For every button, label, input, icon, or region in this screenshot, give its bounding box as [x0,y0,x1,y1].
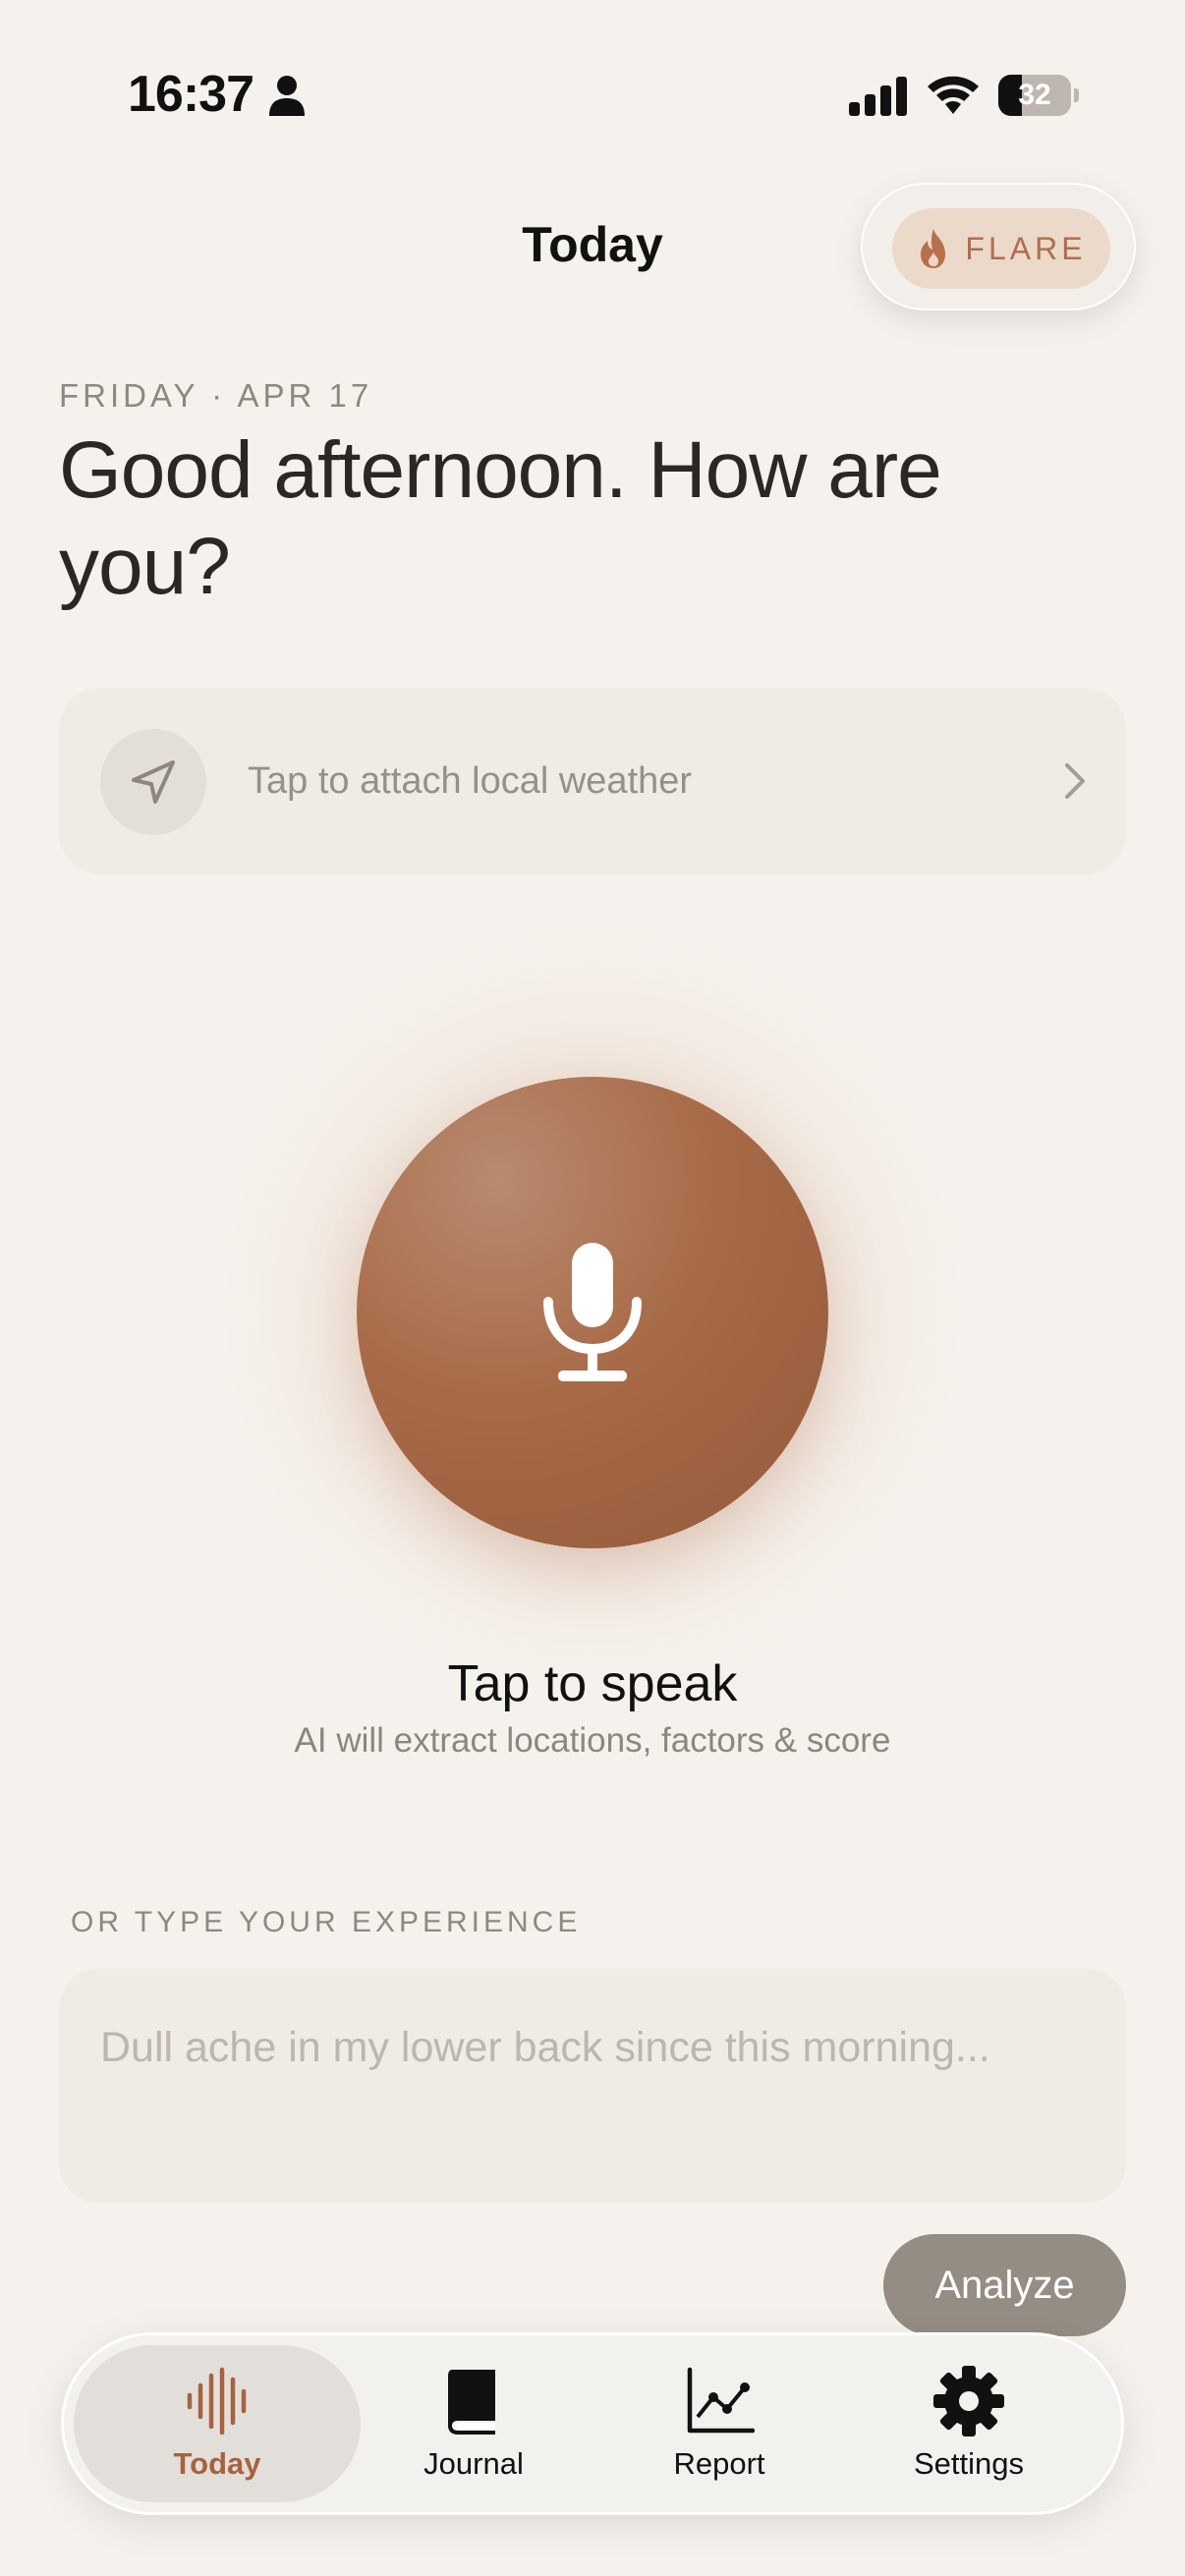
battery-level: 32 [1018,79,1051,111]
experience-input[interactable] [59,1969,1126,2203]
attach-weather-label: Tap to attach local weather [248,760,693,802]
analyze-button[interactable]: Analyze [883,2234,1126,2336]
flame-icon [921,229,946,268]
signal-icon [849,77,907,116]
greeting-heading: Good afternoon. How are you? [59,425,942,611]
tab-today[interactable]: Today [74,2345,361,2502]
tab-report[interactable]: Report [596,2345,842,2502]
status-time: 16:37 [128,66,254,123]
waveform-icon [187,2367,247,2436]
tap-to-speak-subtitle: AI will extract locations, factors & sco… [294,1721,891,1760]
location-arrow-icon [132,760,175,804]
tab-settings[interactable]: Settings [846,2345,1092,2502]
tab-label: Report [673,2446,765,2481]
weather-icon-circle [100,729,206,835]
battery-icon: 32 [998,75,1079,118]
flare-label: FLARE [965,230,1087,266]
book-icon [448,2370,495,2435]
person-icon [269,76,305,116]
gear-icon [933,2366,1004,2436]
tab-journal[interactable]: Journal [351,2345,596,2502]
type-experience-label: OR TYPE YOUR EXPERIENCE [71,1906,582,1938]
tap-to-speak-title: Tap to speak [447,1655,738,1712]
chart-icon [687,2367,755,2434]
microphone-icon [543,1243,642,1381]
date-label: FRIDAY · APR 17 [59,377,373,414]
attach-weather-card[interactable]: Tap to attach local weather [59,688,1126,874]
tab-label: Settings [913,2446,1024,2481]
record-voice-button[interactable] [357,1077,828,1548]
flare-button-container: FLARE [861,183,1136,310]
tab-label: Today [173,2446,261,2481]
tab-label: Journal [423,2446,524,2481]
flare-button[interactable]: FLARE [892,208,1110,289]
tab-bar: Today Journal Report Settings [61,2332,1124,2515]
wifi-icon [928,76,979,114]
chevron-right-icon [1065,763,1085,799]
